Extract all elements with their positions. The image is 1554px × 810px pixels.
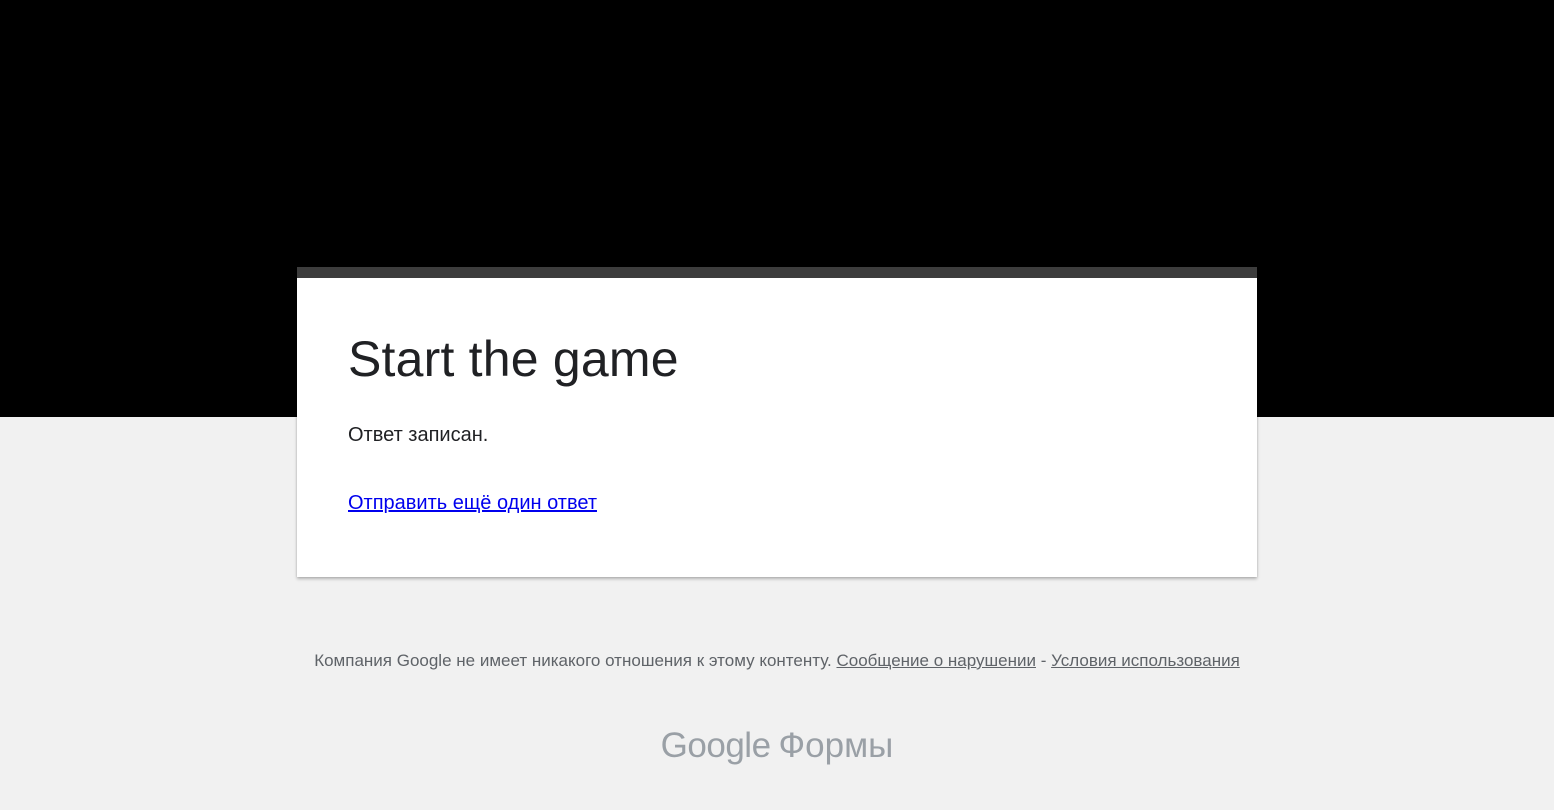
- form-title: Start the game: [348, 331, 679, 387]
- footer-disclaimer: Компания Google не имеет никакого отноше…: [297, 649, 1257, 672]
- confirmation-message: Ответ записан.: [348, 424, 489, 446]
- terms-of-service-link[interactable]: Условия использования: [1051, 651, 1240, 670]
- card-accent-bar: [297, 267, 1257, 278]
- footer-separator: -: [1035, 651, 1052, 670]
- forms-product-text: Формы: [778, 726, 894, 765]
- confirmation-card: Start the game Ответ записан. Отправить …: [297, 267, 1257, 577]
- form-response-page: Start the game Ответ записан. Отправить …: [0, 0, 1554, 810]
- google-logo-text: Google: [660, 726, 771, 765]
- google-forms-logo[interactable]: Google Формы: [0, 725, 1554, 767]
- submit-another-response-link[interactable]: Отправить ещё один ответ: [348, 490, 597, 516]
- disclaimer-text: Компания Google не имеет никакого отноше…: [314, 651, 832, 670]
- report-abuse-link[interactable]: Сообщение о нарушении: [836, 651, 1036, 670]
